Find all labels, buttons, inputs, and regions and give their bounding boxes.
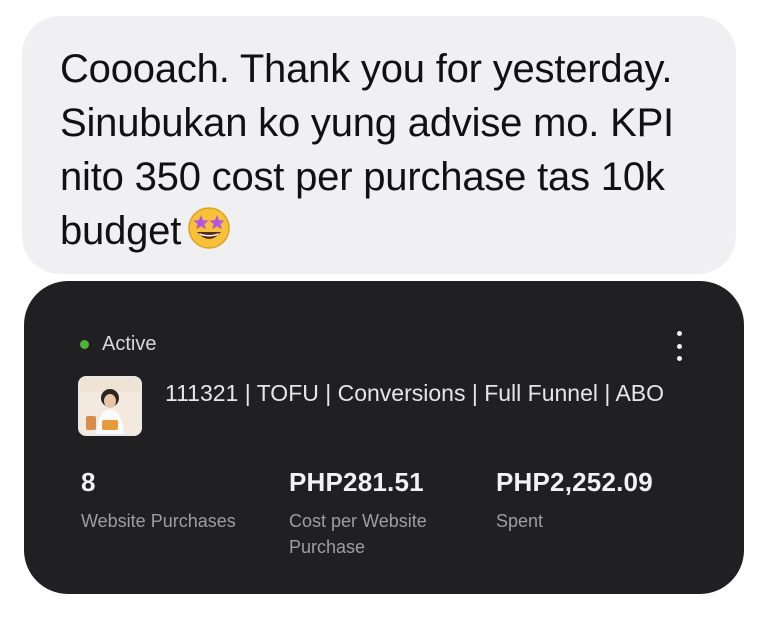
metric-website-purchases: 8 Website Purchases	[81, 466, 281, 534]
chat-screenshot: Coooach. Thank you for yesterday. Sinubu…	[0, 0, 769, 629]
message-text: Coooach. Thank you for yesterday. Sinubu…	[60, 47, 674, 253]
metric-cost-per-purchase: PHP281.51 Cost per Website Purchase	[289, 466, 479, 560]
metric-value: 8	[81, 467, 96, 497]
status-active-dot-icon	[80, 340, 89, 349]
star-struck-emoji-icon	[187, 206, 231, 250]
status-label: Active	[102, 333, 157, 355]
message-bubble[interactable]: Coooach. Thank you for yesterday. Sinubu…	[22, 16, 736, 274]
ad-thumbnail[interactable]	[78, 376, 142, 436]
metric-value: PHP281.51	[289, 467, 424, 497]
status-row: Active	[80, 333, 156, 356]
metric-spent: PHP2,252.09 Spent	[496, 466, 716, 534]
metric-label: Website Purchases	[81, 511, 236, 531]
ad-campaign-card[interactable]: Active 111321 | TOFU | Conversions | Ful…	[24, 281, 744, 594]
campaign-name[interactable]: 111321 | TOFU | Conversions | Full Funne…	[165, 377, 685, 409]
more-vertical-icon[interactable]	[667, 331, 691, 361]
metric-label: Cost per Website Purchase	[289, 511, 427, 557]
metric-value: PHP2,252.09	[496, 467, 653, 497]
metric-label: Spent	[496, 511, 544, 531]
